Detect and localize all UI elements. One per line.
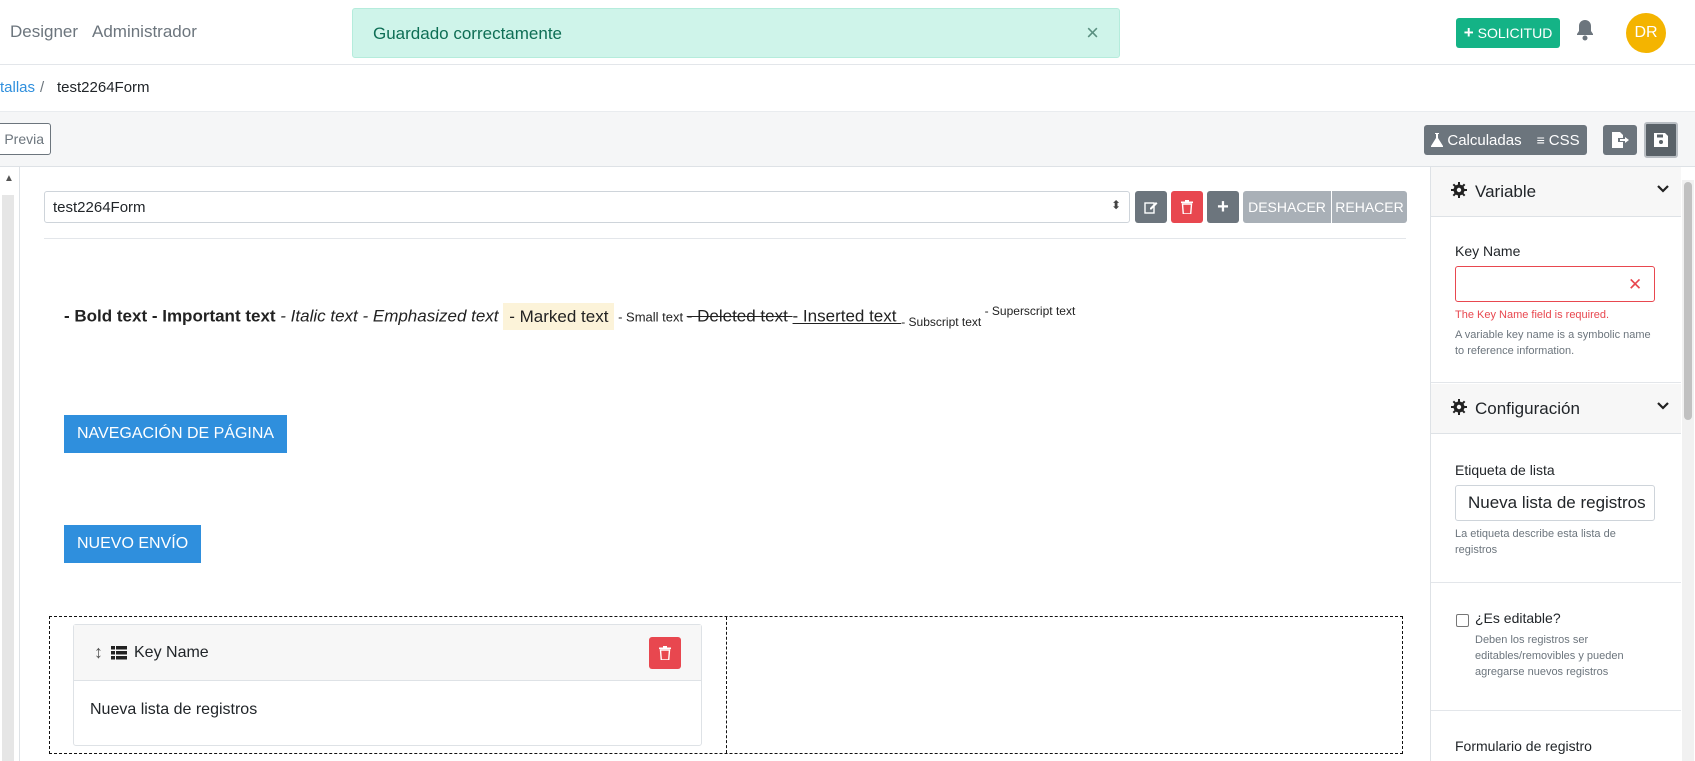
invalid-x-icon: ✕: [1628, 275, 1643, 294]
configuration-section-title: Configuración: [1475, 399, 1580, 418]
page-navigation-button[interactable]: NAVEGACIÓN DE PÁGINA: [64, 415, 288, 453]
breadcrumb-current: test2264Form: [57, 79, 150, 96]
edit-icon: [1144, 202, 1158, 214]
key-name-input[interactable]: [1455, 266, 1655, 302]
new-request-label: SOLICITUD: [1477, 25, 1553, 41]
variable-section-header[interactable]: Variable: [1431, 167, 1681, 217]
export-button[interactable]: [1603, 125, 1637, 155]
subscript-text: - Subscript text: [901, 315, 982, 330]
breadcrumb-parent[interactable]: tallas: [0, 79, 35, 96]
drag-handle-icon[interactable]: ↕: [94, 642, 103, 663]
designer-toolbar: Previa Calculadas ≡ CSS: [0, 111, 1695, 167]
marked-text: - Marked text: [503, 302, 615, 330]
alert-message: Guardado correctamente: [373, 24, 562, 43]
editable-help: Deben los registros ser editables/removi…: [1475, 634, 1624, 678]
calculated-button[interactable]: Calculadas: [1431, 131, 1522, 149]
key-name-help: A variable key name is a symbolic name t…: [1455, 329, 1651, 357]
css-icon: ≡: [1536, 132, 1545, 148]
inspector-scrollbar[interactable]: [1682, 180, 1694, 761]
preview-button[interactable]: Previa: [0, 123, 51, 155]
nav-administrador[interactable]: Administrador: [92, 22, 197, 42]
bold-text: - Bold text: [64, 306, 148, 326]
new-submit-button[interactable]: NUEVO ENVÍO: [64, 525, 202, 563]
editable-checkbox[interactable]: [1456, 614, 1469, 627]
file-export-icon: [1612, 132, 1629, 148]
calculated-label: Calculadas: [1447, 131, 1522, 149]
column-divider: [726, 617, 727, 753]
configuration-section-header[interactable]: Configuración: [1431, 384, 1681, 434]
page-select-value: test2264Form: [53, 199, 146, 216]
superscript-text: - Superscript text: [981, 304, 1076, 318]
section-divider: [1431, 582, 1681, 583]
list-label-input[interactable]: Nueva lista de registros: [1455, 485, 1655, 521]
delete-page-button[interactable]: [1171, 191, 1203, 223]
redo-button[interactable]: REHACER: [1332, 191, 1407, 223]
italic-text: - Italic text: [275, 306, 358, 326]
key-name-error: The Key Name field is required.: [1455, 309, 1610, 321]
top-navbar: Designer Administrador Guardado correcta…: [0, 0, 1695, 65]
breadcrumb-separator: /: [40, 79, 45, 96]
page-select[interactable]: test2264Form ⬍: [44, 191, 1130, 223]
list-label-label: Etiqueta de lista: [1455, 462, 1555, 478]
gear-icon: [1451, 182, 1467, 198]
sort-caret-icon: ⬍: [1110, 198, 1121, 212]
small-text: - Small text: [614, 309, 687, 325]
chevron-down-icon: [1657, 402, 1669, 410]
undo-button[interactable]: DESHACER: [1243, 191, 1331, 223]
key-name-label: Key Name: [1455, 243, 1521, 259]
success-alert: Guardado correctamente ×: [352, 8, 1120, 58]
record-list-title: Key Name: [134, 644, 209, 661]
css-button[interactable]: ≡ CSS: [1537, 132, 1580, 149]
deleted-text: - Deleted text: [686, 306, 793, 326]
close-icon[interactable]: ×: [1086, 20, 1099, 46]
css-label: CSS: [1548, 131, 1580, 149]
variable-section-title: Variable: [1475, 182, 1537, 201]
preview-label: Previa: [4, 131, 44, 147]
inserted-text: - Inserted text: [792, 306, 902, 326]
trash-icon: [659, 646, 671, 660]
scroll-track[interactable]: [2, 195, 14, 761]
plus-icon: +: [1463, 23, 1474, 42]
user-avatar[interactable]: DR: [1626, 13, 1666, 53]
important-text: - Important text: [147, 306, 276, 326]
section-divider: [1431, 382, 1681, 383]
list-label-help: La etiqueta describe esta lista de regis…: [1455, 528, 1616, 556]
canvas-divider: [44, 238, 1406, 239]
emphasized-text: - Emphasized text: [357, 306, 504, 326]
new-request-button[interactable]: + SOLICITUD: [1456, 18, 1560, 48]
scrollbar-thumb[interactable]: [1684, 182, 1692, 420]
left-panel-scrollbar[interactable]: ▲: [0, 167, 20, 761]
record-list-body: Nueva lista de registros: [90, 701, 258, 718]
bell-icon[interactable]: [1575, 18, 1595, 47]
record-form-label: Formulario de registro: [1455, 738, 1592, 754]
calculated-css-group: Calculadas ≡ CSS: [1424, 125, 1587, 155]
chevron-down-icon: [1657, 185, 1669, 193]
gear-icon: [1451, 399, 1467, 415]
trash-icon: [1181, 200, 1193, 214]
edit-page-button[interactable]: [1135, 191, 1167, 223]
add-page-button[interactable]: +: [1207, 191, 1239, 223]
save-icon: [1654, 133, 1668, 147]
section-divider: [1431, 710, 1681, 711]
table-list-icon: [111, 646, 127, 660]
record-list-card[interactable]: ↕ Key Name Nueva lista de registros: [73, 624, 702, 746]
rich-text-block[interactable]: - Bold text - Important text - Italic te…: [64, 302, 1076, 330]
nav-designer[interactable]: Designer: [10, 22, 78, 42]
record-list-header: ↕ Key Name: [74, 625, 701, 681]
scroll-up-arrow[interactable]: ▲: [4, 173, 14, 184]
save-button[interactable]: [1644, 122, 1678, 158]
flask-icon: [1431, 133, 1444, 147]
editable-label[interactable]: ¿Es editable?: [1475, 610, 1561, 626]
plus-icon: +: [1217, 195, 1229, 218]
delete-record-list-button[interactable]: [649, 637, 681, 669]
